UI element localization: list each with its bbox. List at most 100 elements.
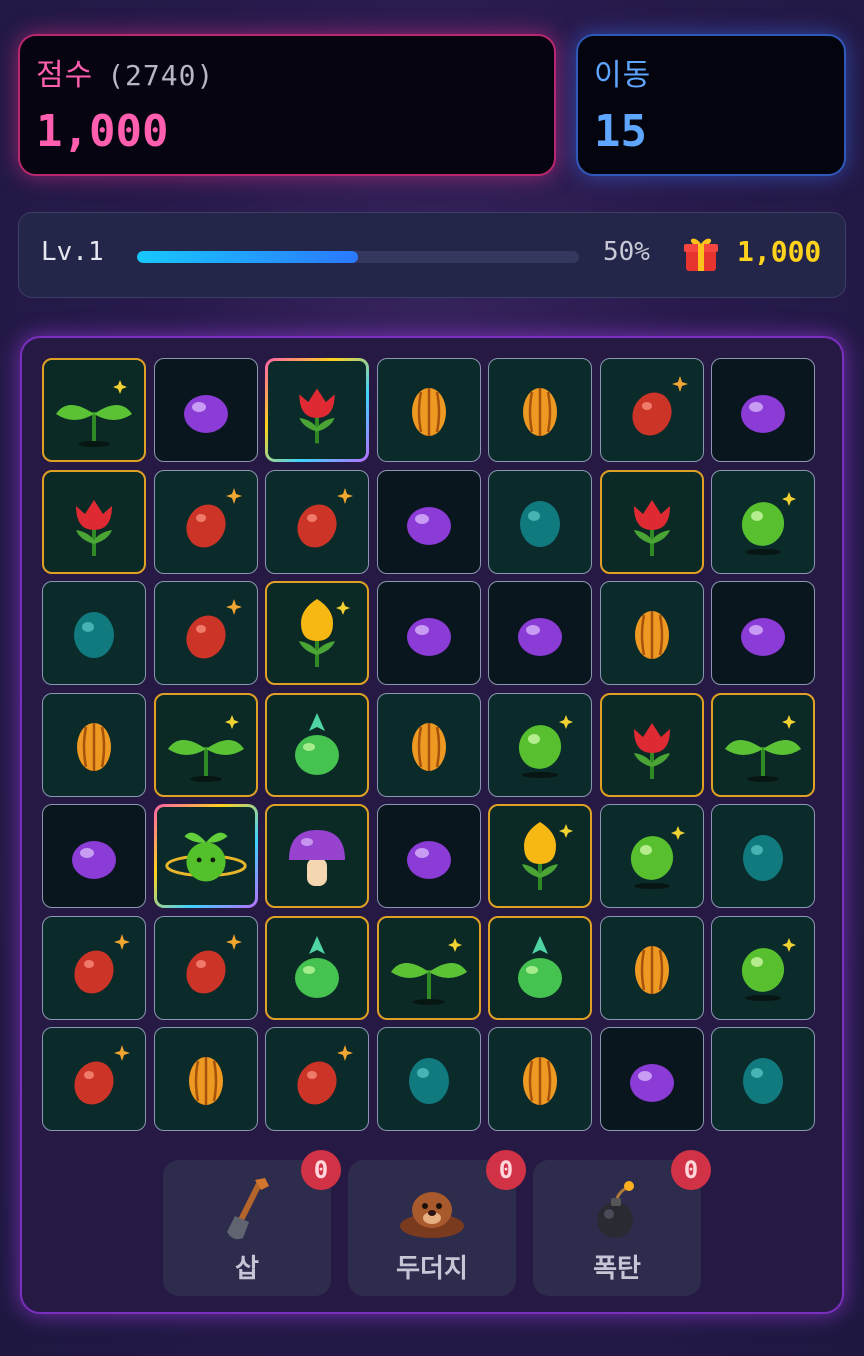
seed-icon (411, 388, 446, 436)
tulip-yellow-icon (299, 599, 350, 667)
purple-icon (406, 506, 451, 545)
red-icon (185, 487, 242, 547)
board-tile[interactable] (376, 469, 481, 574)
board-tile[interactable] (42, 692, 146, 797)
board-tile[interactable] (42, 1027, 146, 1131)
board-tile[interactable] (42, 581, 146, 685)
board-tile[interactable] (265, 469, 369, 574)
tulip-red-icon (299, 388, 335, 444)
board-tile[interactable] (599, 469, 704, 574)
board-tile[interactable] (42, 358, 146, 462)
seed-icon (523, 1057, 557, 1105)
board-tile[interactable] (265, 581, 369, 685)
sprout-icon (167, 714, 244, 782)
sprout-icon (56, 380, 132, 447)
seed-icon (634, 611, 669, 659)
tool-mole-button[interactable]: 두더지 0 (348, 1150, 526, 1296)
board-tile[interactable] (488, 358, 592, 462)
red-icon (297, 1045, 353, 1105)
board-tile[interactable] (153, 469, 258, 574)
board-tile[interactable] (599, 692, 704, 797)
board-tile[interactable] (265, 358, 369, 462)
board-tile[interactable] (376, 915, 481, 1020)
level-reward: 1,000 (737, 235, 822, 268)
purple-icon (406, 841, 451, 879)
board-tile[interactable] (599, 358, 704, 462)
purple-icon (629, 1064, 674, 1102)
tool-mole-label: 두더지 (396, 1254, 468, 1284)
level-progress-fill (137, 251, 358, 263)
board-tile[interactable] (265, 915, 369, 1020)
tulip-red-icon (633, 722, 670, 779)
board-tile[interactable] (711, 1027, 815, 1131)
board-tile[interactable] (711, 581, 815, 685)
level-bar: Lv.1 50% 1,000 (18, 212, 846, 298)
red-icon (185, 599, 242, 659)
board-tile[interactable] (153, 581, 258, 685)
bomb-icon (597, 1181, 634, 1238)
tulip-yellow-icon (522, 822, 573, 890)
board-tile[interactable] (711, 469, 815, 574)
board-tile[interactable] (154, 804, 258, 908)
purple-icon (406, 618, 451, 656)
board-tile[interactable] (711, 358, 815, 462)
seed-icon (634, 945, 669, 994)
purple-icon (518, 618, 562, 656)
teal-icon (743, 1058, 783, 1104)
board-tile[interactable] (488, 1027, 592, 1131)
seed-icon (523, 388, 557, 436)
board-tile[interactable] (42, 469, 146, 574)
tulip-red-icon (76, 499, 112, 556)
planet-sprout-icon (164, 832, 247, 882)
board-tile[interactable] (376, 1027, 481, 1131)
sprout-icon (725, 714, 801, 782)
gift-icon (684, 238, 718, 271)
teal-icon (74, 612, 114, 658)
board-tile[interactable] (265, 1027, 369, 1131)
pineapple-icon (295, 935, 339, 998)
purple-icon (72, 841, 116, 879)
board-tile[interactable] (599, 804, 704, 908)
board-tile[interactable] (376, 692, 481, 797)
tool-mole-count: 0 (486, 1150, 526, 1190)
board-tile[interactable] (42, 804, 146, 908)
red-icon (297, 487, 353, 547)
board-tile[interactable] (599, 1027, 704, 1131)
board-tile[interactable] (599, 581, 704, 685)
board-tile[interactable] (488, 581, 592, 685)
board-tile[interactable] (488, 804, 592, 908)
board-tile[interactable] (711, 692, 815, 797)
board-tile[interactable] (376, 358, 481, 462)
purple-icon (183, 395, 228, 433)
teal-icon (408, 1058, 449, 1104)
board-tile[interactable] (488, 469, 592, 574)
seed-icon (77, 722, 111, 771)
board-tile[interactable] (153, 358, 258, 462)
score-label: 점수 (2740) (36, 58, 215, 93)
moves-value: 15 (594, 106, 647, 157)
best-score: (2740) (107, 59, 215, 92)
tool-shovel-label: 삽 (235, 1254, 259, 1284)
board-tile[interactable] (488, 692, 592, 797)
board-tile[interactable] (711, 915, 815, 1020)
board-tile[interactable] (376, 581, 481, 685)
tool-bomb-button[interactable]: 폭탄 0 (533, 1150, 711, 1296)
red-icon (185, 933, 242, 993)
mushroom-icon (289, 830, 345, 886)
board-tile[interactable] (265, 692, 369, 797)
pineapple-icon (295, 712, 339, 775)
teal-icon (520, 500, 560, 547)
green-icon (630, 826, 685, 889)
board-tile[interactable] (153, 915, 258, 1020)
board-tile[interactable] (265, 804, 369, 908)
level-percent: 50% (603, 237, 650, 267)
board-tile[interactable] (153, 1027, 258, 1131)
green-icon (518, 714, 573, 778)
board-tile[interactable] (599, 915, 704, 1020)
board-tile[interactable] (42, 915, 146, 1020)
board-tile[interactable] (488, 915, 592, 1020)
board-tile[interactable] (376, 804, 481, 908)
board-tile[interactable] (153, 692, 258, 797)
tool-shovel-button[interactable]: 삽 0 (163, 1150, 341, 1296)
board-tile[interactable] (711, 804, 815, 908)
